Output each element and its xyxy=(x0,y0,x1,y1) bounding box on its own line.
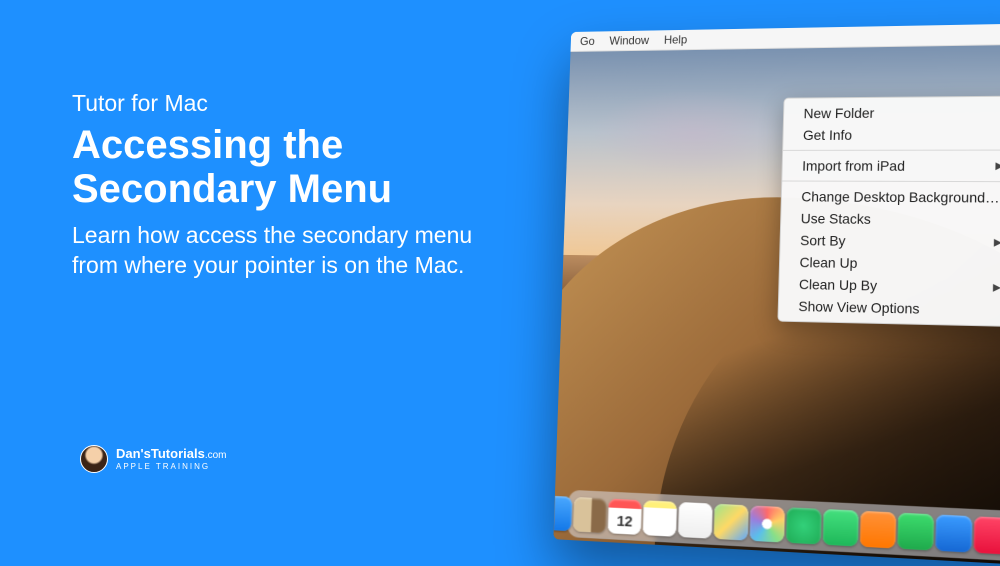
reminders-icon[interactable] xyxy=(678,501,713,538)
submenu-arrow-icon: ▶ xyxy=(994,237,1000,248)
tutorial-title: Accessing the Secondary Menu xyxy=(72,123,492,211)
context-menu-item[interactable]: New Folder xyxy=(784,101,1000,125)
mac-desktop-window: Go Window Help New FolderGet Info Import fr… xyxy=(553,23,1000,566)
news-icon[interactable] xyxy=(974,516,1000,554)
context-menu: New FolderGet Info Import from iPad▶ Chang… xyxy=(777,96,1000,328)
maps-icon[interactable] xyxy=(714,503,749,540)
calendar-icon[interactable]: 12 xyxy=(608,498,642,534)
context-menu-item[interactable]: Change Desktop Background… xyxy=(782,185,1000,208)
submenu-arrow-icon: ▶ xyxy=(995,160,1000,171)
desktop-wallpaper[interactable]: New FolderGet Info Import from iPad▶ Chang… xyxy=(553,45,1000,566)
pages-icon[interactable] xyxy=(860,510,896,548)
branding-logo: Dan'sTutorials.com APPLE TRAINING xyxy=(80,445,226,473)
photos-icon[interactable] xyxy=(750,505,785,542)
brand-name: Dan'sTutorials.com xyxy=(116,447,226,461)
tutorial-subtitle: Tutor for Mac xyxy=(72,90,492,117)
menu-separator xyxy=(782,181,1000,183)
context-menu-item[interactable]: Use Stacks xyxy=(781,207,1000,231)
tutorial-description: Learn how access the secondary menu from… xyxy=(72,221,492,281)
notes-icon[interactable] xyxy=(643,500,677,537)
facetime-icon[interactable] xyxy=(823,508,859,546)
mail-icon[interactable] xyxy=(553,495,572,531)
numbers-icon[interactable] xyxy=(898,512,935,550)
context-menu-item[interactable]: Get Info xyxy=(783,123,1000,146)
menubar-item-go[interactable]: Go xyxy=(580,34,595,48)
submenu-arrow-icon: ▶ xyxy=(993,282,1000,293)
tutorial-text-panel: Tutor for Mac Accessing the Secondary Me… xyxy=(72,90,492,281)
menubar-item-help[interactable]: Help xyxy=(664,33,688,47)
context-menu-item[interactable]: Sort By▶ xyxy=(780,229,1000,254)
contacts-icon[interactable] xyxy=(573,496,607,532)
context-menu-item[interactable]: Import from iPad▶ xyxy=(782,155,1000,177)
messages-icon[interactable] xyxy=(786,507,822,544)
brand-tagline: APPLE TRAINING xyxy=(116,463,226,471)
keynote-icon[interactable] xyxy=(935,514,972,552)
menu-separator xyxy=(783,150,1000,151)
menubar-item-window[interactable]: Window xyxy=(609,33,649,47)
context-menu-item[interactable]: Show View Options xyxy=(779,295,1000,322)
avatar-icon xyxy=(80,445,108,473)
